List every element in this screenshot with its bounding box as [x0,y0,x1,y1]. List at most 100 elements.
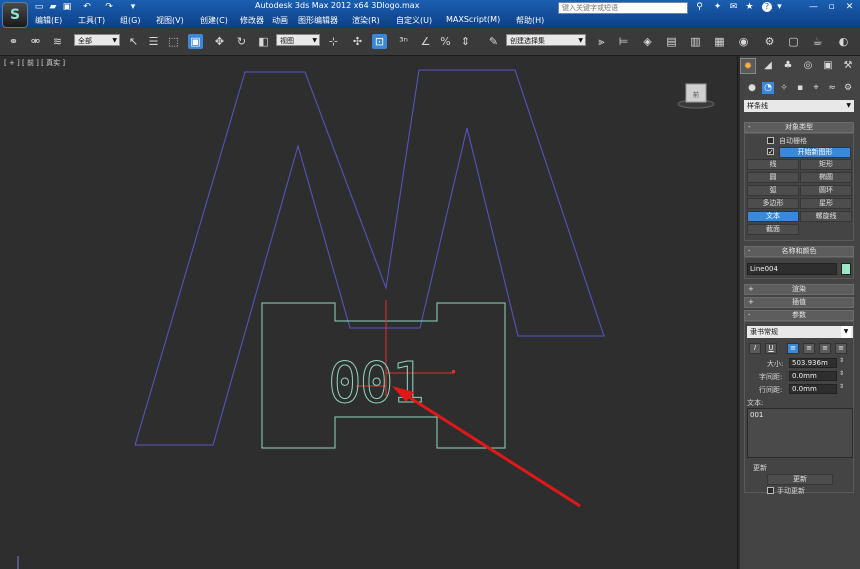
bind-space-warp-icon[interactable]: ≋ [50,34,65,49]
select-object-icon[interactable]: ↖ [126,34,141,49]
undo-icon[interactable]: ↶ [82,2,92,12]
graphite-tools-icon[interactable]: ▤ [664,34,679,49]
window-crossing-icon[interactable]: ▣ [188,34,203,49]
start-new-shape-checkbox[interactable]: ✓ [767,148,774,156]
menu-customize[interactable]: 自定义(U) [396,15,432,26]
align-left-icon[interactable]: ≡ [787,343,799,354]
search-icon[interactable]: ⚲ [694,2,705,13]
minimize-icon[interactable]: — [808,2,819,13]
layer-manager-icon[interactable]: ◈ [640,34,655,49]
parameters-rollout-header[interactable]: - 参数 [744,310,854,321]
front-viewport[interactable]: [ + ] [ 前 ] [ 真实 ] 前 001 [0,56,738,569]
percent-snap-icon[interactable]: % [438,34,453,49]
new-file-icon[interactable]: ▭ [34,2,44,12]
text-button[interactable]: 文本 [747,211,799,222]
text-object-001[interactable]: 001 [328,351,426,417]
justify-icon[interactable]: ≡ [835,343,847,354]
angle-snap-icon[interactable]: ∠ [418,34,433,49]
shapes-icon[interactable]: ◔ [762,82,774,94]
size-spinner-icon[interactable]: ⇕ [839,357,844,364]
render-activeshade-icon[interactable]: ◐ [836,34,851,49]
update-button[interactable]: 更新 [767,474,833,485]
hierarchy-tab-icon[interactable]: ♣ [780,58,796,74]
redo-icon[interactable]: ↷ [104,2,114,12]
donut-button[interactable]: 圆环 [800,185,852,196]
start-new-shape-button[interactable]: 开始新图形 [779,147,851,158]
menu-create[interactable]: 创建(C) [200,15,228,26]
unlink-icon[interactable]: ⚮ [28,34,43,49]
line-button[interactable]: 线 [747,159,799,170]
menu-animation[interactable]: 动画 [272,15,288,26]
favorites-icon[interactable]: ★ [744,2,755,13]
motion-tab-icon[interactable]: ◎ [800,58,816,74]
lights-icon[interactable]: ✧ [778,82,790,94]
menu-help[interactable]: 帮助(H) [516,15,544,26]
cameras-icon[interactable]: ▪ [794,82,806,94]
object-type-rollout-header[interactable]: - 对象类型 [744,122,854,133]
search-input[interactable] [558,2,688,14]
named-selection-dropdown[interactable]: 创建选择集 ▼ [506,34,586,46]
select-and-rotate-icon[interactable]: ↻ [234,34,249,49]
auto-grid-checkbox[interactable] [767,137,774,144]
rectangle-button[interactable]: 矩形 [800,159,852,170]
kerning-field[interactable]: 0.0mm [789,371,837,381]
menu-group[interactable]: 组(G) [120,15,140,26]
leading-spinner-icon[interactable]: ⇕ [839,383,844,390]
arc-button[interactable]: 弧 [747,185,799,196]
pivot-center-icon[interactable]: ⊹ [326,34,341,49]
manual-update-checkbox[interactable] [767,487,774,494]
underline-button[interactable]: U [765,343,777,354]
align-center-icon[interactable]: ≡ [803,343,815,354]
space-warps-icon[interactable]: ≈ [826,82,838,94]
select-and-link-icon[interactable]: ⚭ [6,34,21,49]
menu-tools[interactable]: 工具(T) [78,15,105,26]
align-icon[interactable]: ⊨ [616,34,631,49]
section-button[interactable]: 截面 [747,224,799,235]
star-button[interactable]: 星形 [800,198,852,209]
help-dropdown-icon[interactable]: ▾ [774,2,785,13]
helpers-icon[interactable]: ⌖ [810,82,822,94]
name-color-rollout-header[interactable]: - 名称和颜色 [744,246,854,257]
snaps-toggle-icon[interactable]: ³ⁿ [396,34,411,49]
app-logo-button[interactable]: S [2,2,28,28]
menu-edit[interactable]: 编辑(E) [35,15,62,26]
helix-button[interactable]: 螺旋线 [800,211,852,222]
leading-field[interactable]: 0.0mm [789,384,837,394]
quick-access-dropdown-icon[interactable]: ▾ [128,2,138,12]
interpolation-rollout-header[interactable]: + 插值 [744,297,854,308]
select-by-name-icon[interactable]: ☰ [146,34,161,49]
font-dropdown[interactable]: 隶书常规 ▼ [747,326,853,338]
ngon-button[interactable]: 多边形 [747,198,799,209]
size-field[interactable]: 503.936m [789,358,837,368]
object-color-swatch[interactable] [841,263,851,275]
systems-icon[interactable]: ⚙ [842,82,854,94]
menu-modifiers[interactable]: 修改器 [240,15,264,26]
menu-maxscript[interactable]: MAXScript(M) [446,15,500,24]
subscription-icon[interactable]: ✦ [712,2,723,13]
rendering-rollout-header[interactable]: + 渲染 [744,284,854,295]
text-input-area[interactable]: 001 [747,408,853,458]
open-file-icon[interactable]: ▰ [48,2,58,12]
maximize-icon[interactable]: ▫ [826,2,837,13]
help-icon[interactable]: ? [762,2,772,12]
select-and-move-icon[interactable]: ✥ [212,34,227,49]
render-production-icon[interactable]: ☕ [810,34,825,49]
mirror-icon[interactable]: ⫸ [594,34,609,49]
reference-coordinate-dropdown[interactable]: 视图 ▼ [276,34,320,46]
edit-named-selection-icon[interactable]: ✎ [486,34,501,49]
utilities-tab-icon[interactable]: ⚒ [840,58,856,74]
menu-graph-editors[interactable]: 图形编辑器 [298,15,338,26]
ellipse-button[interactable]: 椭圆 [800,172,852,183]
create-tab-icon[interactable]: ✹ [740,58,756,74]
select-and-scale-icon[interactable]: ◧ [256,34,271,49]
save-file-icon[interactable]: ▣ [62,2,72,12]
scene-canvas[interactable]: 001 [0,56,738,569]
geometry-icon[interactable]: ● [746,82,758,94]
menu-rendering[interactable]: 渲染(R) [352,15,380,26]
keyboard-shortcut-override-icon[interactable]: ⊡ [372,34,387,49]
curve-editor-icon[interactable]: ▥ [688,34,703,49]
spinner-snap-icon[interactable]: ⇕ [458,34,473,49]
material-editor-icon[interactable]: ◉ [736,34,751,49]
circle-button[interactable]: 圆 [747,172,799,183]
close-icon[interactable]: ✕ [844,2,855,13]
